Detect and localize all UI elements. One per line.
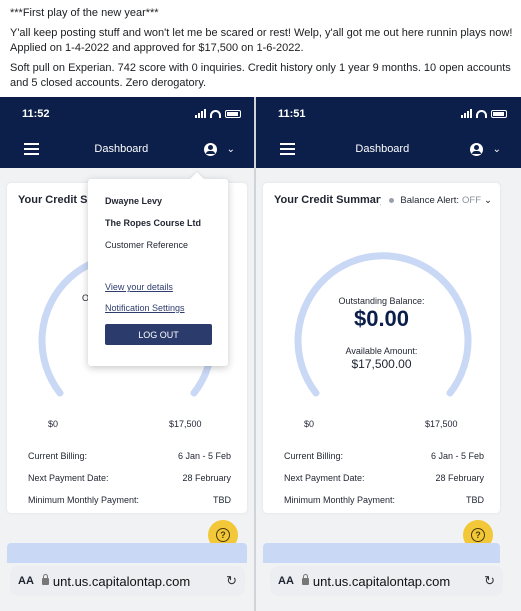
- notification-settings-link[interactable]: Notification Settings: [105, 303, 228, 313]
- status-time: 11:51: [278, 107, 306, 120]
- credit-summary-card: Your Credit Summary Balance Alert: OFF ⌄…: [263, 183, 500, 513]
- url-text: unt.us.capitalontap.com: [52, 573, 191, 589]
- text-size-button[interactable]: AA: [18, 575, 34, 587]
- lock-icon: [41, 573, 49, 585]
- detail-label: Next Payment Date:: [28, 473, 109, 483]
- company-name: The Ropes Course Ltd: [105, 218, 202, 228]
- logout-button[interactable]: LOG OUT: [105, 324, 212, 345]
- detail-row: Next Payment Date: 28 February: [284, 473, 484, 483]
- detail-value: 28 February: [435, 473, 484, 483]
- nav-bar: Dashboard ⌄: [256, 130, 521, 168]
- status-bar: 11:52: [0, 97, 255, 130]
- range-max: $17,500: [425, 419, 458, 429]
- detail-row: Current Billing: 6 Jan - 5 Feb: [28, 451, 231, 461]
- chevron-down-icon: ⌄: [492, 143, 501, 155]
- help-icon: ?: [471, 528, 485, 542]
- battery-icon: [491, 109, 507, 118]
- balance-alert-toggle[interactable]: Balance Alert: OFF ⌄: [389, 195, 492, 206]
- post-text: ***First play of the new year*** Y'all k…: [10, 6, 515, 96]
- chevron-down-icon: ⌄: [484, 194, 492, 206]
- detail-value: 6 Jan - 5 Feb: [430, 451, 484, 461]
- battery-icon: [225, 109, 241, 118]
- outstanding-balance: $0.00: [353, 306, 410, 331]
- menu-icon[interactable]: [280, 143, 295, 155]
- next-card-peek: [263, 543, 500, 563]
- user-dropdown-menu: Dwayne Levy The Ropes Course Ltd Custome…: [88, 171, 228, 366]
- balance-alert-value: OFF: [462, 194, 482, 206]
- card-title: Your Credit Summary: [274, 194, 382, 206]
- view-details-link[interactable]: View your details: [105, 282, 228, 292]
- detail-label: Current Billing:: [28, 451, 88, 461]
- range-min: $0: [304, 419, 315, 429]
- reload-icon[interactable]: ↻: [226, 573, 237, 589]
- billing-details: Current Billing: 6 Jan - 5 Feb Next Paym…: [284, 451, 484, 517]
- status-bar: 11:51: [256, 97, 521, 130]
- detail-row: Minimum Monthly Payment: TBD: [284, 495, 484, 505]
- available-amount: $17,500.00: [351, 357, 412, 371]
- signal-icon: [461, 109, 472, 118]
- detail-row: Minimum Monthly Payment: TBD: [28, 495, 231, 505]
- left-phone-screenshot: 11:52 Dashboard ⌄ Your Credit Su O $0 $1…: [0, 97, 255, 611]
- status-time: 11:52: [22, 107, 50, 120]
- user-icon: [203, 142, 217, 156]
- nav-title: Dashboard: [355, 143, 410, 155]
- balance-alert-label: Balance Alert:: [400, 194, 460, 206]
- right-phone-screenshot: 11:51 Dashboard ⌄ Your Credit Summary Ba…: [256, 97, 521, 611]
- detail-value: 6 Jan - 5 Feb: [177, 451, 231, 461]
- detail-value: 28 February: [182, 473, 231, 483]
- nav-title: Dashboard: [94, 143, 149, 155]
- menu-icon[interactable]: [24, 143, 39, 155]
- nav-bar: Dashboard ⌄: [0, 130, 255, 168]
- user-icon: [469, 142, 483, 156]
- wifi-icon: [210, 109, 221, 118]
- detail-value: TBD: [213, 495, 231, 505]
- detail-row: Next Payment Date: 28 February: [28, 473, 231, 483]
- browser-address-bar[interactable]: AA unt.us.capitalontap.com ↻: [270, 566, 503, 596]
- status-dot-icon: [389, 197, 395, 203]
- detail-label: Minimum Monthly Payment:: [28, 495, 140, 505]
- user-name: Dwayne Levy: [105, 196, 163, 206]
- detail-label: Current Billing:: [284, 451, 344, 461]
- post-headline: ***First play of the new year***: [10, 7, 159, 19]
- billing-details: Current Billing: 6 Jan - 5 Feb Next Paym…: [28, 451, 231, 517]
- browser-address-bar[interactable]: AA unt.us.capitalontap.com ↻: [10, 566, 245, 596]
- signal-icon: [195, 109, 206, 118]
- post-paragraph-1: Y'all keep posting stuff and won't let m…: [10, 27, 513, 54]
- user-menu-toggle[interactable]: ⌄: [469, 142, 501, 156]
- customer-reference: Customer Reference: [105, 240, 189, 250]
- help-icon: ?: [216, 528, 230, 542]
- status-icons: [195, 109, 241, 118]
- url-text: unt.us.capitalontap.com: [312, 573, 451, 589]
- post-paragraph-2: Soft pull on Experian. 742 score with 0 …: [10, 62, 511, 89]
- card-title: Your Credit Su: [18, 194, 95, 206]
- detail-label: Next Payment Date:: [284, 473, 365, 483]
- status-icons: [461, 109, 507, 118]
- range-max: $17,500: [169, 419, 202, 429]
- lock-icon: [301, 573, 309, 585]
- chevron-down-icon: ⌄: [226, 143, 235, 155]
- text-size-button[interactable]: AA: [278, 575, 294, 587]
- detail-value: TBD: [466, 495, 484, 505]
- detail-label: Minimum Monthly Payment:: [284, 495, 396, 505]
- user-menu-toggle[interactable]: ⌄: [203, 142, 235, 156]
- detail-row: Current Billing: 6 Jan - 5 Feb: [284, 451, 484, 461]
- next-card-peek: [7, 543, 247, 563]
- wifi-icon: [476, 109, 487, 118]
- reload-icon[interactable]: ↻: [484, 573, 495, 589]
- range-min: $0: [48, 419, 59, 429]
